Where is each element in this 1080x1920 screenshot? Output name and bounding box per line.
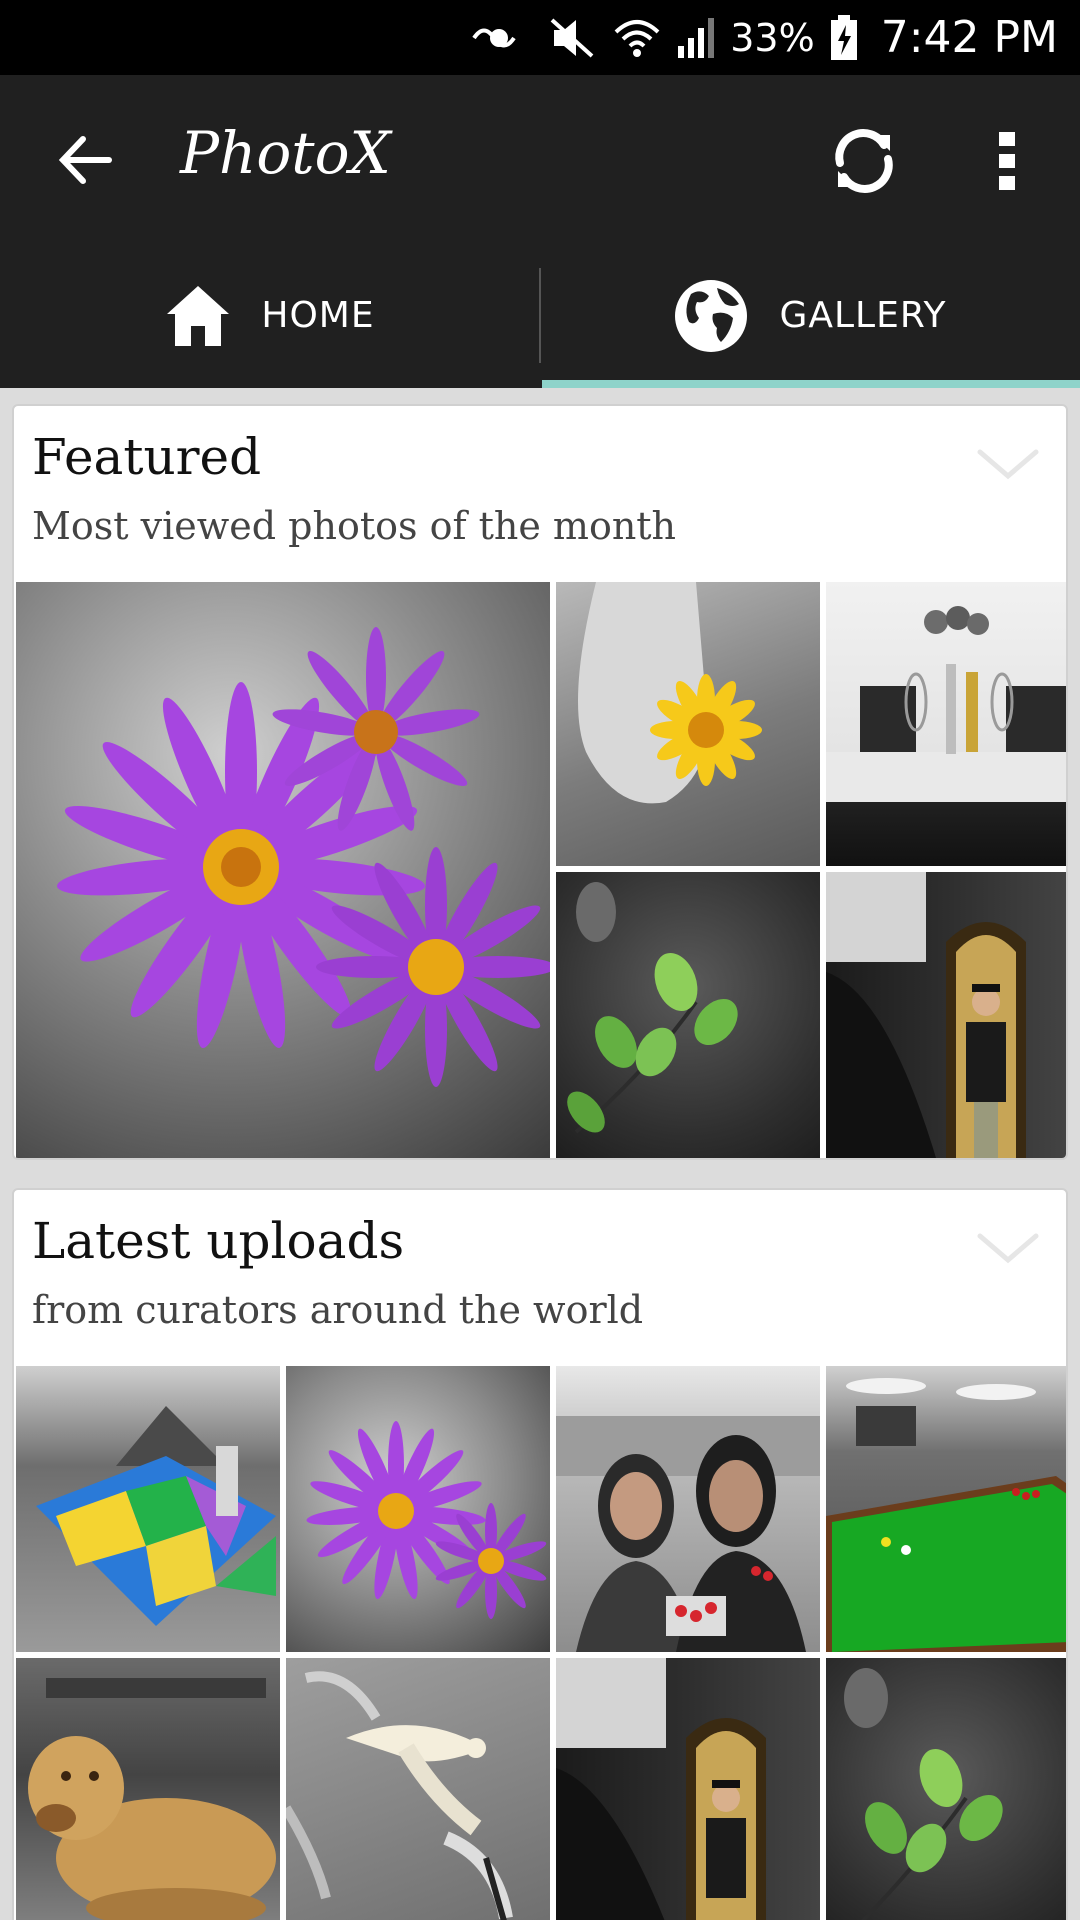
green-leaves-image — [567, 882, 738, 1134]
featured-card: Featured Most viewed photos of the month — [12, 404, 1068, 1160]
latest-photo-seagulls[interactable] — [286, 1658, 550, 1920]
mirror-man-image — [826, 872, 1026, 1158]
battery-percent: 33% — [730, 15, 815, 60]
signal-icon — [676, 13, 716, 63]
tab-selected-indicator — [542, 380, 1080, 388]
colorful-roof-image — [36, 1406, 276, 1626]
latest-title: Latest uploads — [32, 1212, 405, 1270]
back-button[interactable] — [48, 125, 122, 195]
featured-chevron-down-icon[interactable] — [976, 444, 1040, 484]
tab-bar: HOME GALLERY — [0, 243, 1080, 388]
lioness-image — [28, 1678, 276, 1920]
two-girls-image — [556, 1416, 820, 1652]
latest-photo-lioness[interactable] — [16, 1658, 280, 1920]
latest-photo-mirror-man[interactable] — [556, 1658, 820, 1920]
mirror-man-small-image — [556, 1658, 766, 1920]
app-title: PhotoX — [180, 119, 391, 187]
screen: 33% 7:42 PM PhotoX HOME GALLERY Featured… — [0, 0, 1080, 1920]
latest-uploads-card: Latest uploads from curators around the … — [12, 1188, 1068, 1920]
refresh-icon — [835, 129, 893, 193]
featured-title: Featured — [32, 428, 262, 486]
hand-flower-image — [578, 582, 762, 804]
battery-icon — [829, 13, 859, 63]
latest-photo-colorful-roof[interactable] — [16, 1366, 280, 1652]
more-vert-icon — [999, 132, 1015, 190]
gesture-icon — [464, 13, 534, 63]
featured-photo-hand-flower[interactable] — [556, 582, 820, 866]
latest-photo-green-leaves[interactable] — [826, 1658, 1066, 1920]
tab-gallery[interactable]: GALLERY — [540, 243, 1080, 388]
overflow-menu-button[interactable] — [975, 119, 1039, 203]
snooker-table-image — [826, 1378, 1066, 1652]
dining-table-image — [826, 606, 1066, 802]
status-bar: 33% 7:42 PM — [0, 0, 1080, 75]
latest-chevron-down-icon[interactable] — [976, 1228, 1040, 1268]
latest-photo-purple-aster[interactable] — [286, 1366, 550, 1652]
latest-photo-two-girls[interactable] — [556, 1366, 820, 1652]
globe-icon — [675, 279, 748, 352]
featured-photo-purple-aster[interactable] — [16, 582, 550, 1158]
featured-photo-dining-table[interactable] — [826, 582, 1066, 866]
refresh-button[interactable] — [822, 119, 906, 203]
purple-aster-image — [56, 627, 550, 1087]
featured-photo-green-leaves[interactable] — [556, 872, 820, 1158]
tab-home[interactable]: HOME — [0, 243, 540, 388]
seagulls-image — [286, 1671, 513, 1920]
tab-gallery-label: GALLERY — [779, 295, 947, 336]
clock: 7:42 PM — [880, 12, 1058, 63]
action-bar: PhotoX — [0, 75, 1080, 243]
latest-subtitle: from curators around the world — [32, 1288, 644, 1332]
green-leaves-small-image — [844, 1668, 1003, 1920]
mute-icon — [548, 13, 598, 63]
latest-photo-snooker-table[interactable] — [826, 1366, 1066, 1652]
tab-home-label: HOME — [261, 295, 375, 336]
featured-photo-mirror-man[interactable] — [826, 872, 1066, 1158]
purple-aster-small-image — [306, 1421, 547, 1619]
tab-divider — [539, 268, 541, 363]
back-arrow-icon — [58, 136, 112, 184]
featured-subtitle: Most viewed photos of the month — [32, 504, 677, 548]
wifi-icon — [612, 13, 662, 63]
home-icon — [167, 285, 230, 346]
